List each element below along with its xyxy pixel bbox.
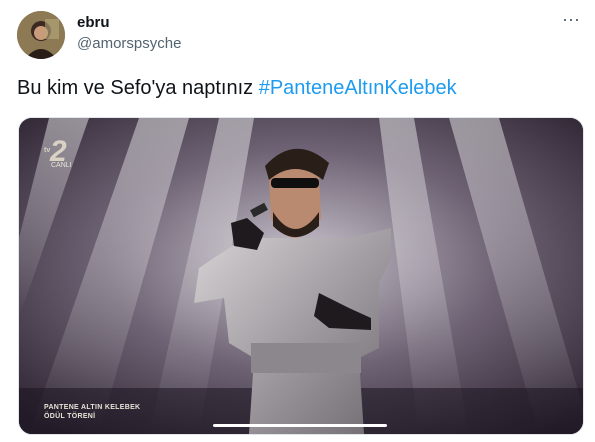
- video-progress-bar[interactable]: [213, 424, 387, 427]
- channel-live-label: CANLI: [51, 162, 72, 169]
- hashtag-link[interactable]: #PanteneAltınKelebek: [259, 77, 457, 99]
- broadcast-caption-line1: PANTENE ALTIN KELEBEK: [44, 404, 141, 411]
- tweet-media-image[interactable]: [18, 117, 584, 435]
- tweet-body: Bu kim ve Sefo'ya naptınız: [17, 77, 259, 99]
- stage-scene: [19, 118, 583, 434]
- avatar[interactable]: [17, 11, 65, 59]
- more-options-icon[interactable]: ⋯: [562, 10, 581, 31]
- user-handle[interactable]: @amorspsyche: [77, 35, 181, 52]
- display-name[interactable]: ebru: [77, 14, 110, 31]
- tweet-card: ebru @amorspsyche ⋯ Bu kim ve Sefo'ya na…: [0, 0, 595, 442]
- broadcast-caption-line2: ÖDÜL TÖRENİ: [44, 413, 96, 420]
- tweet-text: Bu kim ve Sefo'ya naptınız #PanteneAltın…: [17, 77, 457, 100]
- avatar-image: [17, 11, 65, 59]
